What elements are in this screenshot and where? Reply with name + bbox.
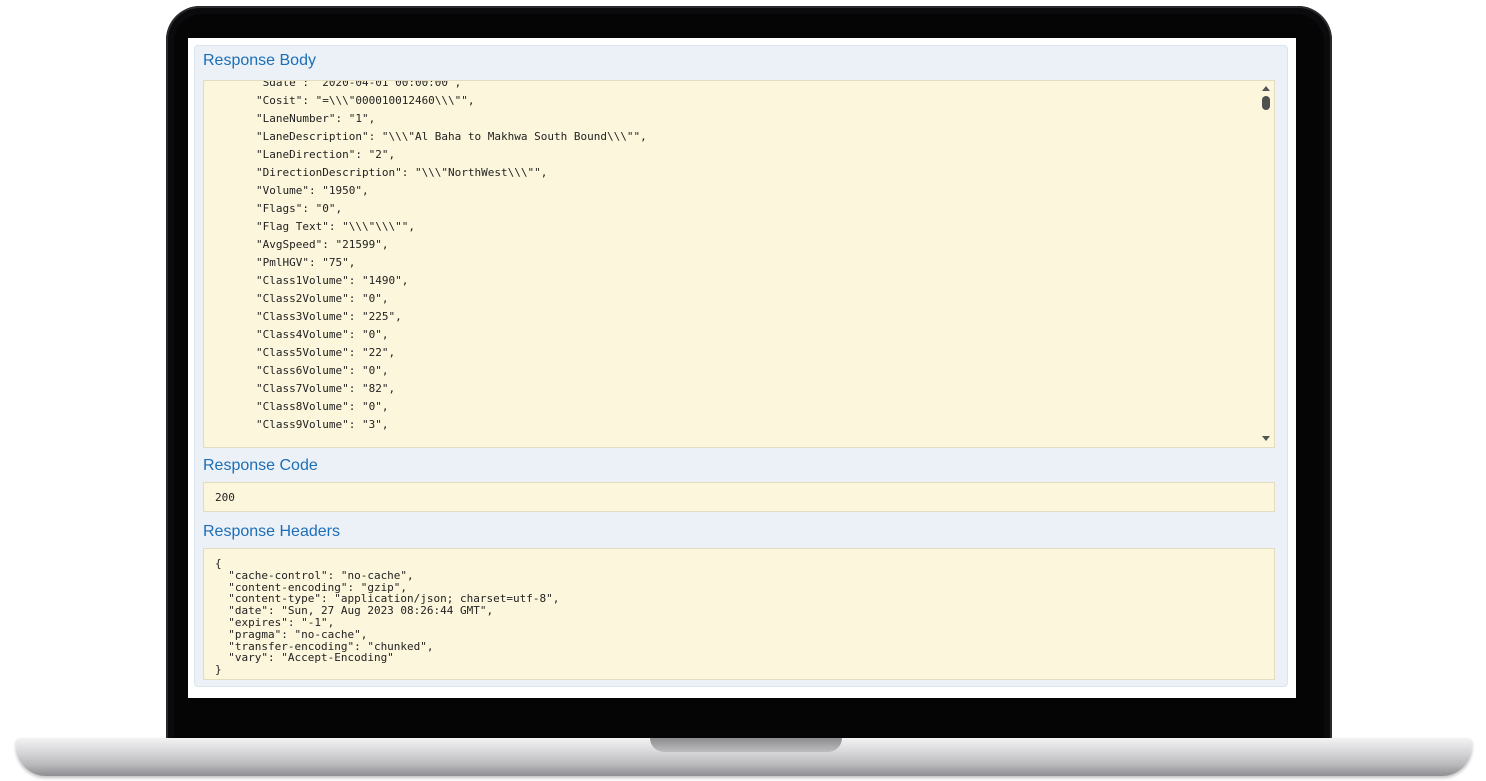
response-body-scrollbar[interactable] — [1258, 81, 1274, 447]
body-line: "Class1Volume": "1490", — [256, 274, 409, 287]
body-line: "Sdate": "2020-04-01 00:00:00", — [256, 80, 462, 89]
header-line: "pragma": "no-cache", — [215, 627, 368, 641]
body-line: "Class9Volume": "3", — [256, 418, 389, 431]
response-body-box[interactable]: "Sdate": "2020-04-01 00:00:00", "Cosit": … — [203, 80, 1275, 448]
response-code-title: Response Code — [203, 457, 318, 474]
body-line: "Class4Volume": "0", — [256, 328, 389, 341]
scroll-up-arrow-icon[interactable] — [1262, 86, 1270, 91]
scroll-down-arrow-icon[interactable] — [1262, 436, 1270, 441]
header-line: "cache-control": "no-cache", — [215, 568, 414, 582]
response-panel: Response Body "Sdate": "2020-04-01 00:00… — [194, 45, 1288, 687]
response-code-value: 200 — [215, 491, 235, 504]
header-line: } — [215, 663, 222, 677]
body-line: "Volume": "1950", — [256, 184, 369, 197]
response-body-title: Response Body — [203, 52, 316, 69]
body-line: "AvgSpeed": "21599", — [256, 238, 389, 251]
body-line: "Class6Volume": "0", — [256, 364, 389, 377]
body-line: "Flags": "0", — [256, 202, 343, 215]
body-line: "Class5Volume": "22", — [256, 346, 396, 359]
header-line: "vary": "Accept-Encoding" — [215, 651, 394, 665]
response-code-box: 200 — [203, 482, 1275, 512]
laptop-base-notch — [650, 738, 842, 752]
response-headers-title: Response Headers — [203, 523, 340, 540]
body-line: "Class3Volume": "225", — [256, 310, 402, 323]
response-headers-content: { "cache-control": "no-cache", "content-… — [215, 558, 559, 676]
body-line: "PmlHGV": "75", — [256, 256, 356, 269]
laptop-screen: Response Body "Sdate": "2020-04-01 00:00… — [188, 38, 1296, 698]
response-headers-box: { "cache-control": "no-cache", "content-… — [203, 548, 1275, 680]
body-line: "Class7Volume": "82", — [256, 382, 396, 395]
body-line: "Class8Volume": "0", — [256, 400, 389, 413]
body-line: "LaneDescription": "\\\"Al Baha to Makhw… — [256, 130, 647, 143]
scroll-thumb[interactable] — [1262, 96, 1270, 110]
body-line: "Flag Text": "\\\"\\\"", — [256, 220, 415, 233]
header-line: "expires": "-1", — [215, 615, 335, 629]
body-line: "LaneDirection": "2", — [256, 148, 396, 161]
body-line: "LaneNumber": "1", — [256, 112, 376, 125]
body-line: "DirectionDescription": "\\\"NorthWest\\… — [256, 166, 548, 179]
body-line: "Class2Volume": "0", — [256, 292, 389, 305]
body-line: "Cosit": "=\\\"000010012460\\\"", — [256, 94, 475, 107]
response-body-content: "Sdate": "2020-04-01 00:00:00", "Cosit": … — [256, 80, 647, 434]
